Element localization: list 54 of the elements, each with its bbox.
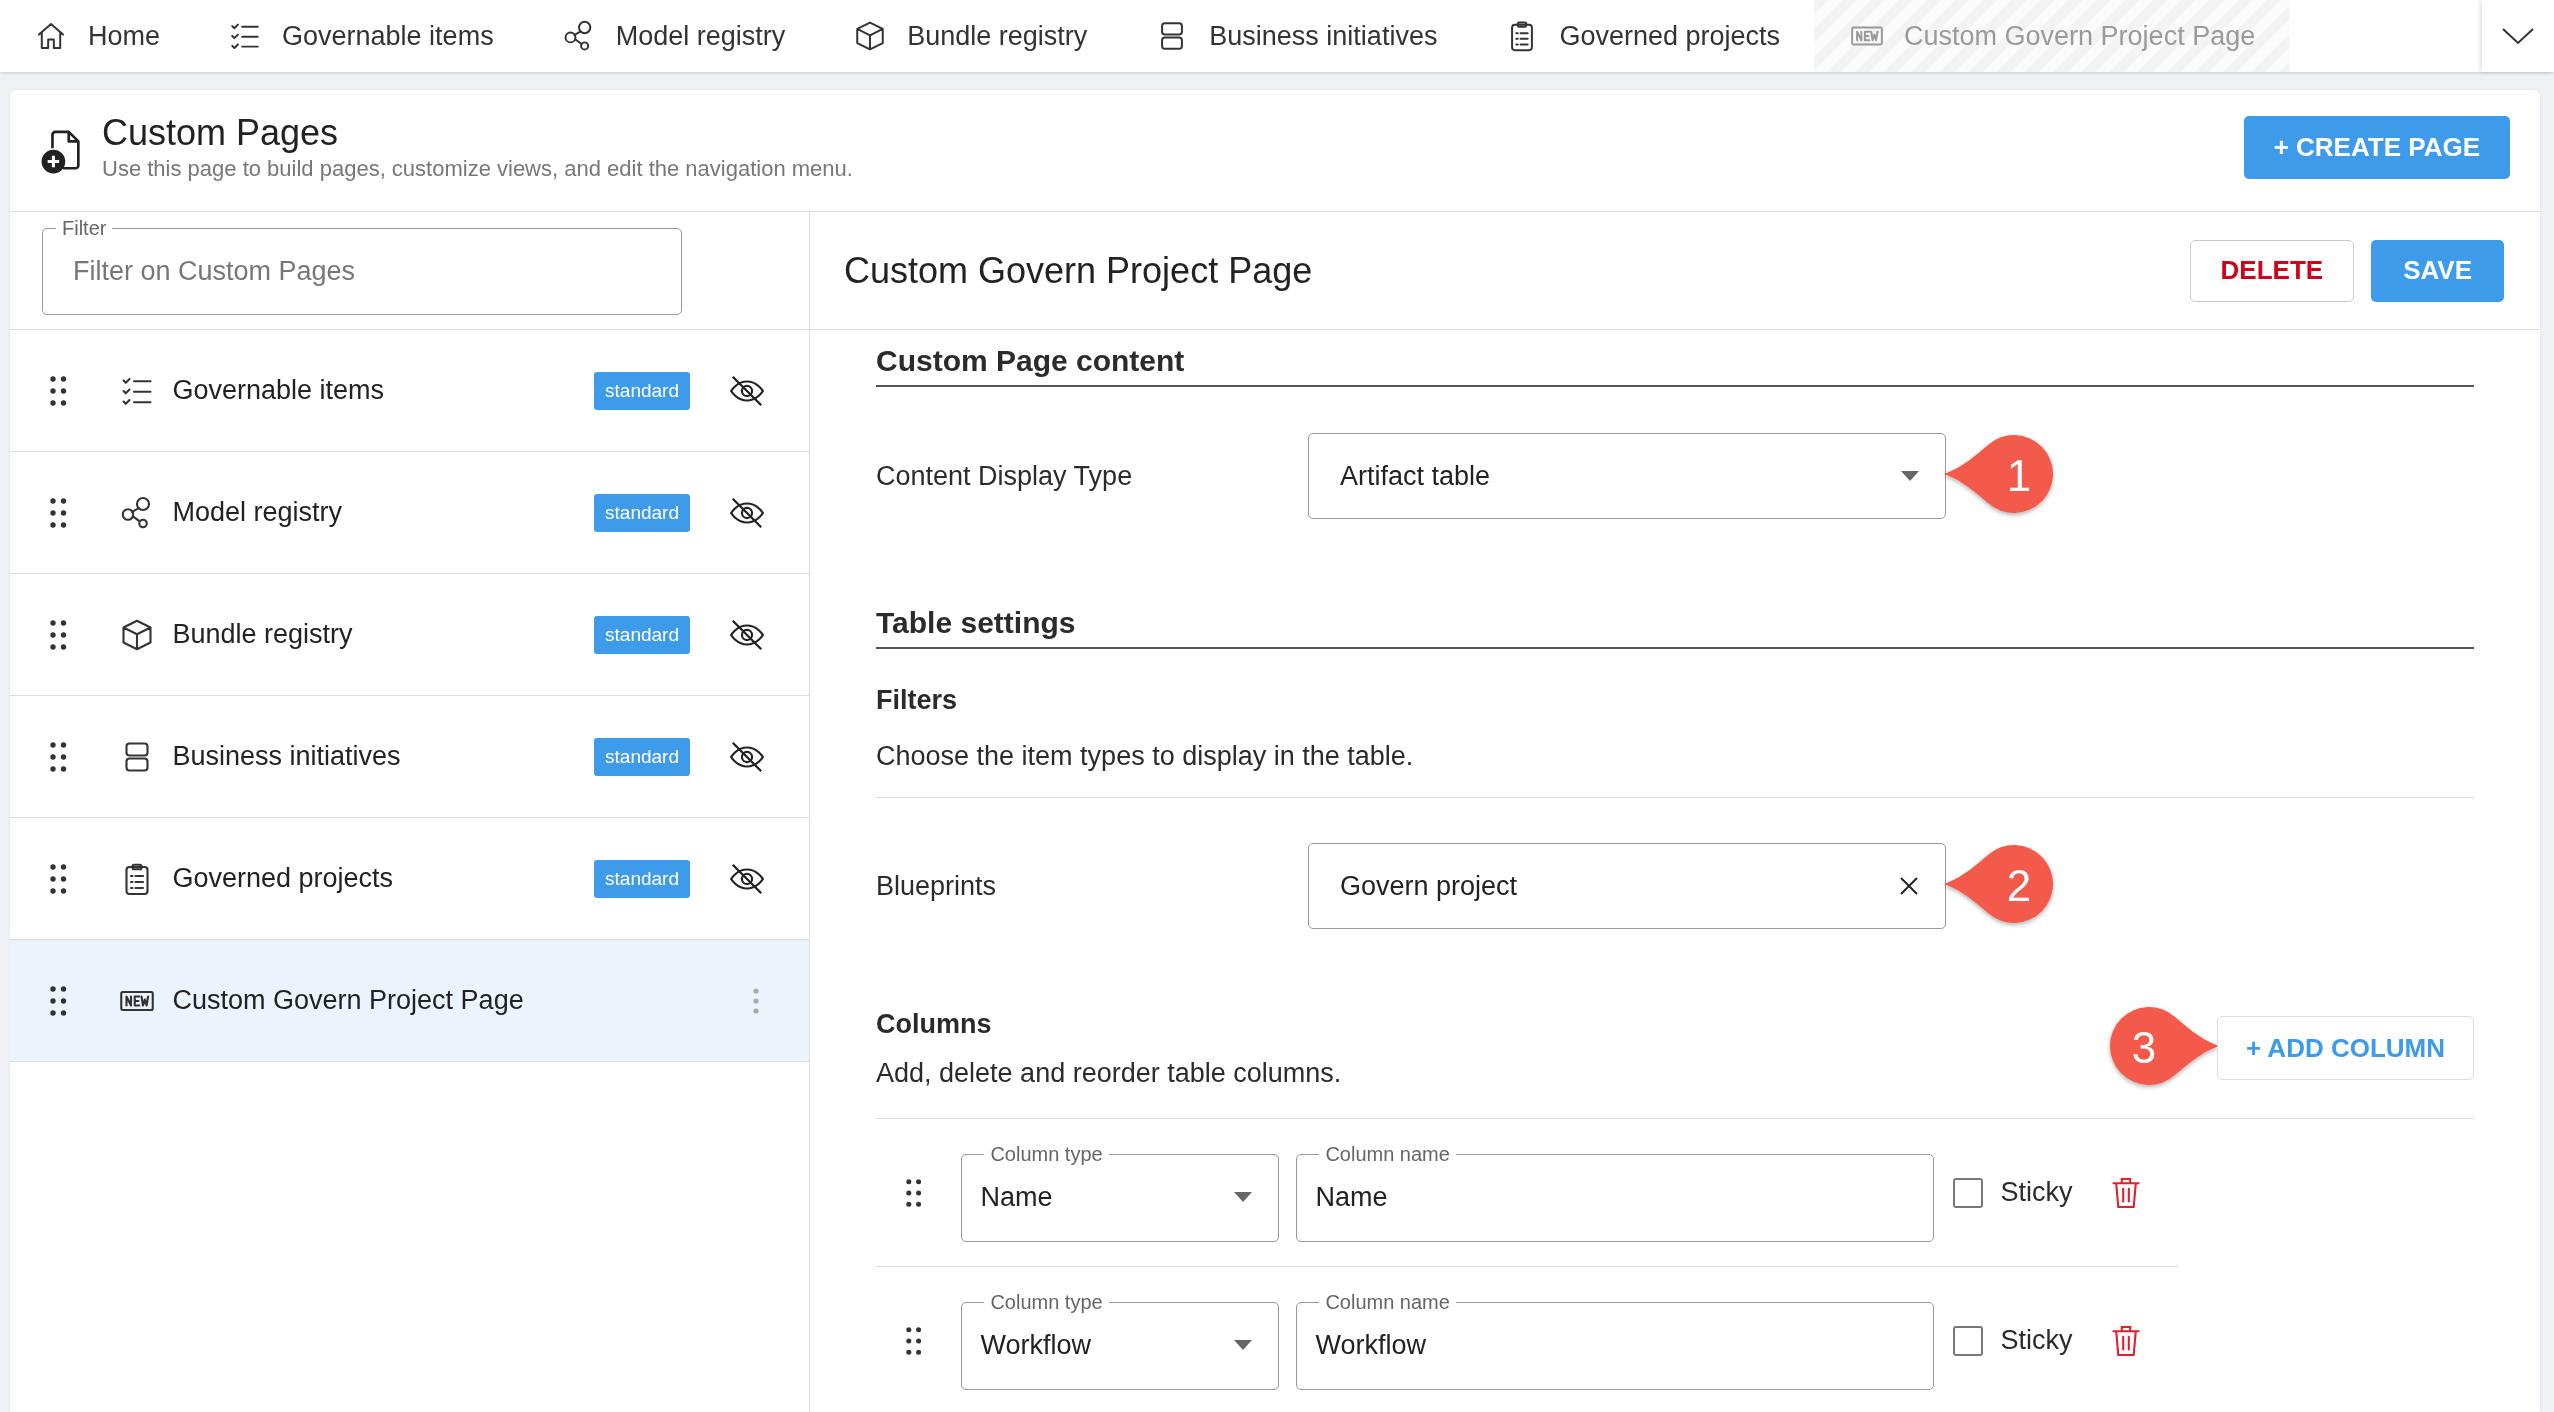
section-heading: Custom Page content xyxy=(876,343,1186,379)
page-list-item[interactable]: Bundle registry standard xyxy=(10,574,809,696)
sticky-checkbox[interactable] xyxy=(1953,1325,1984,1356)
description-text: Choose the item types to display in the table. xyxy=(876,741,1414,771)
drag-handle[interactable] xyxy=(50,985,67,1016)
chevron-down-icon xyxy=(2501,26,2535,46)
page-list-item[interactable]: Governed projects standard xyxy=(10,818,809,940)
page-subtitle: Use this page to build pages, customize views, and edit the navigation menu. xyxy=(102,155,853,182)
standard-badge: standard xyxy=(594,737,690,776)
column-name-field[interactable]: Column name Workflow xyxy=(1296,1291,1935,1390)
column-type-select[interactable]: Column type Workflow xyxy=(961,1291,1280,1390)
standard-badge: standard xyxy=(594,493,690,532)
column-type-select[interactable]: Column type Name xyxy=(961,1143,1280,1242)
trash-icon[interactable] xyxy=(2112,1323,2141,1358)
nav-tab[interactable]: Home xyxy=(0,0,195,72)
drag-handle[interactable] xyxy=(50,375,67,406)
dropdown-arrow-icon xyxy=(1234,1192,1253,1202)
clear-icon[interactable] xyxy=(1899,876,1919,896)
nav-tab[interactable]: Model registry xyxy=(527,0,820,72)
drag-handle[interactable] xyxy=(50,741,67,772)
page-list-item[interactable]: Business initiatives standard xyxy=(10,696,809,818)
drag-handle[interactable] xyxy=(50,863,67,894)
field-label: Blueprints xyxy=(876,870,998,902)
dropdown-arrow-icon xyxy=(1234,1340,1253,1350)
field-label: Content Display Type xyxy=(876,460,1134,492)
description-text: Add, delete and reorder table columns. xyxy=(876,1056,1342,1089)
subsection-heading: Filters xyxy=(876,684,959,716)
page-list-item[interactable]: Governable items standard xyxy=(10,330,809,452)
page-list-item[interactable]: Custom Govern Project Page xyxy=(10,940,809,1062)
section-heading: Table settings xyxy=(876,605,1077,641)
page-list-item[interactable]: Model registry standard xyxy=(10,452,809,574)
checkbox-label: Sticky xyxy=(2000,1177,2073,1208)
sticky-checkbox[interactable] xyxy=(1953,1177,1984,1208)
checkbox-label: Sticky xyxy=(2000,1325,2073,1356)
blueprints-field[interactable]: Govern project xyxy=(1308,843,1946,929)
nav-tab[interactable]: Governable items xyxy=(194,0,528,72)
delete-button[interactable]: DELETE xyxy=(2189,239,2355,302)
drag-handle[interactable] xyxy=(50,619,67,650)
nav-tab[interactable]: Business initiatives xyxy=(1121,0,1472,72)
nav-tab[interactable]: Governed projects xyxy=(1471,0,1815,72)
drag-handle[interactable] xyxy=(906,1178,922,1207)
dropdown-arrow-icon xyxy=(1901,471,1919,481)
page-title: Custom Pages xyxy=(102,111,340,154)
nav-tab[interactable]: Bundle registry xyxy=(819,0,1122,72)
editor-title: Custom Govern Project Page xyxy=(844,249,1313,292)
trash-icon[interactable] xyxy=(2112,1175,2141,1210)
standard-badge: standard xyxy=(594,371,690,410)
drag-handle[interactable] xyxy=(50,497,67,528)
standard-badge: standard xyxy=(594,859,690,898)
subsection-heading: Columns xyxy=(876,1007,993,1040)
content-type-select[interactable]: Artifact table xyxy=(1308,433,1946,519)
column-name-field[interactable]: Column name Name xyxy=(1296,1143,1935,1242)
standard-badge: standard xyxy=(594,615,690,654)
drag-handle[interactable] xyxy=(906,1326,922,1355)
